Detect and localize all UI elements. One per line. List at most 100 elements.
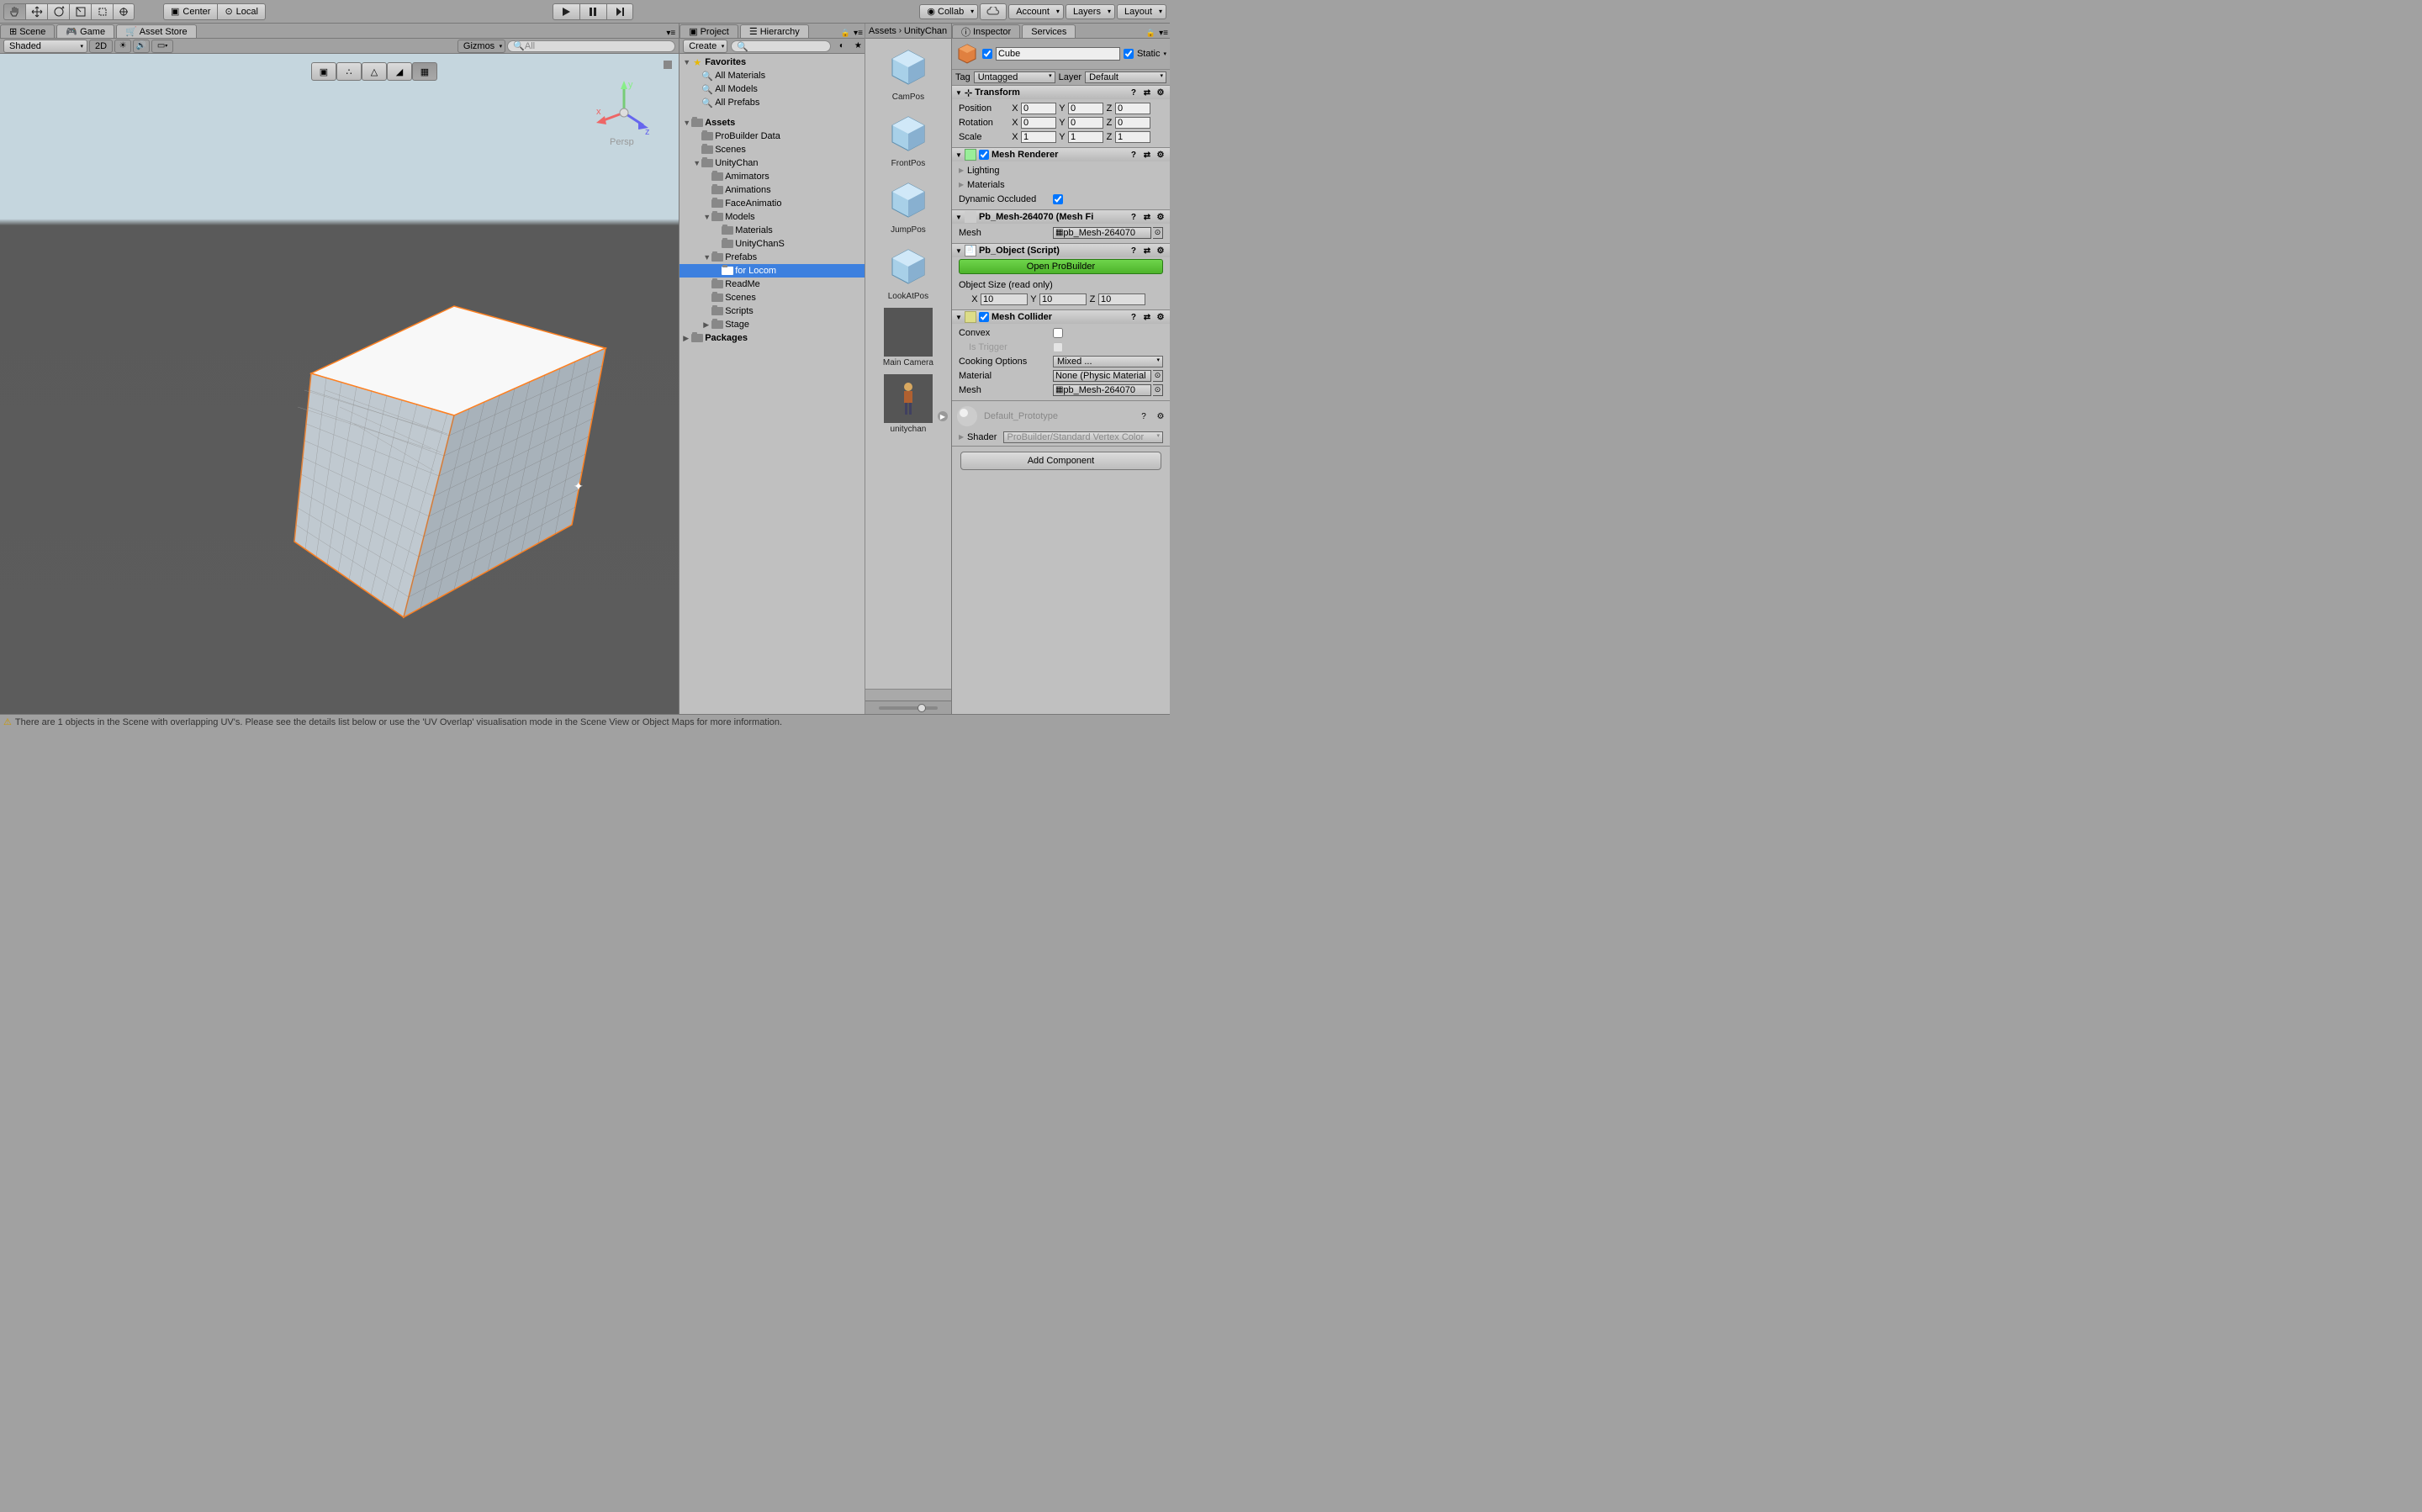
scene-search[interactable]: 🔍All xyxy=(507,40,675,52)
tab-hierarchy[interactable]: ☰Hierarchy xyxy=(740,24,809,38)
help-icon[interactable]: ? xyxy=(1128,149,1140,161)
asset-maincamera[interactable]: Main Camera xyxy=(869,308,948,367)
asset-frontpos[interactable]: FrontPos xyxy=(869,108,948,168)
help-icon[interactable]: ? xyxy=(1128,311,1140,323)
move-tool[interactable] xyxy=(25,3,47,20)
collab-button[interactable]: ◉ Collab xyxy=(919,4,978,19)
mesh-collider-enabled[interactable] xyxy=(979,312,989,322)
tree-all-prefabs[interactable]: 🔍All Prefabs xyxy=(680,96,865,109)
project-search[interactable]: 🔍 xyxy=(731,40,831,52)
cloud-button[interactable] xyxy=(980,3,1007,20)
tab-inspector[interactable]: ⓘInspector xyxy=(952,24,1020,38)
pivot-center-button[interactable]: ▣Center xyxy=(163,3,217,20)
preset-icon[interactable]: ⇄ xyxy=(1141,211,1153,223)
asset-lookatpos[interactable]: LookAtPos xyxy=(869,241,948,301)
gear-icon[interactable]: ⚙ xyxy=(1155,87,1166,98)
asset-unitychan[interactable]: ▶unitychan xyxy=(869,374,948,434)
tree-unitychan[interactable]: ▼UnityChan xyxy=(680,156,865,170)
tree-scripts[interactable]: Scripts xyxy=(680,304,865,318)
mesh-field[interactable]: ▦ pb_Mesh-264070 xyxy=(1053,227,1151,239)
object-name-input[interactable] xyxy=(996,47,1120,61)
create-dropdown[interactable]: Create▾ xyxy=(683,40,727,53)
transform-header[interactable]: ▼⊹Transform ?⇄⚙ xyxy=(952,86,1170,99)
status-bar[interactable]: ⚠ There are 1 objects in the Scene with … xyxy=(0,714,1170,729)
tab-game[interactable]: 🎮Game xyxy=(56,24,114,38)
panel-lock-icon[interactable]: 🔒 xyxy=(1145,29,1157,38)
gear-icon[interactable]: ⚙ xyxy=(1155,410,1166,422)
2d-toggle[interactable]: 2D xyxy=(89,40,113,53)
scl-y-input[interactable] xyxy=(1068,131,1103,143)
tree-probuilder-data[interactable]: ProBuilder Data xyxy=(680,130,865,143)
gear-icon[interactable]: ⚙ xyxy=(1155,311,1166,323)
col-mesh-selector[interactable]: ⊙ xyxy=(1153,384,1163,396)
tree-materials[interactable]: Materials xyxy=(680,224,865,237)
mesh-renderer-enabled[interactable] xyxy=(979,150,989,160)
gizmos-dropdown[interactable]: Gizmos▾ xyxy=(457,40,505,53)
search-filter-icon[interactable]: ◐ xyxy=(834,40,846,53)
rect-tool[interactable] xyxy=(91,3,113,20)
tab-project[interactable]: ▣Project xyxy=(680,24,738,38)
layout-button[interactable]: Layout xyxy=(1117,4,1166,19)
dynamic-occluded-checkbox[interactable] xyxy=(1053,194,1063,204)
scl-x-input[interactable] xyxy=(1021,131,1056,143)
play-button[interactable] xyxy=(553,3,579,20)
tree-amimators[interactable]: Amimators xyxy=(680,170,865,183)
tree-prefabs[interactable]: ▼Prefabs xyxy=(680,251,865,264)
col-material-selector[interactable]: ⊙ xyxy=(1153,370,1163,382)
convex-checkbox[interactable] xyxy=(1053,328,1063,338)
scene-gizmo[interactable]: y x z Persp xyxy=(595,79,653,146)
pb-face-mode[interactable]: ◢ xyxy=(387,62,412,81)
rot-x-input[interactable] xyxy=(1021,117,1056,129)
pb-object-header[interactable]: ▼📄Pb_Object (Script) ?⇄⚙ xyxy=(952,244,1170,257)
panel-menu-icon[interactable]: ▾≡ xyxy=(852,29,865,38)
pb-vertex-mode[interactable]: ∴ xyxy=(336,62,362,81)
rot-z-input[interactable] xyxy=(1115,117,1150,129)
tree-readme[interactable]: ReadMe xyxy=(680,278,865,291)
help-icon[interactable]: ? xyxy=(1138,410,1150,422)
tab-scene[interactable]: ⊞Scene xyxy=(0,24,55,38)
tree-assets[interactable]: ▼Assets xyxy=(680,116,865,130)
open-probuilder-button[interactable]: Open ProBuilder xyxy=(959,259,1163,274)
favorites-filter-icon[interactable]: ★ xyxy=(849,40,861,53)
rot-y-input[interactable] xyxy=(1068,117,1103,129)
tree-models[interactable]: ▼Models xyxy=(680,210,865,224)
mesh-filter-header[interactable]: ▼Pb_Mesh-264070 (Mesh Fi ?⇄⚙ xyxy=(952,210,1170,224)
rotate-tool[interactable] xyxy=(47,3,69,20)
breadcrumb-assets[interactable]: Assets xyxy=(869,26,896,36)
pos-z-input[interactable] xyxy=(1115,103,1150,114)
tab-menu-icon[interactable]: ▾≡ xyxy=(663,29,679,38)
scl-z-input[interactable] xyxy=(1115,131,1150,143)
lighting-toggle[interactable]: ☀ xyxy=(114,40,131,53)
mesh-selector[interactable]: ⊙ xyxy=(1153,227,1163,239)
add-component-button[interactable]: Add Component xyxy=(960,452,1161,470)
pos-y-input[interactable] xyxy=(1068,103,1103,114)
shaded-dropdown[interactable]: Shaded▾ xyxy=(3,40,87,53)
transform-tool[interactable] xyxy=(113,3,135,20)
static-checkbox[interactable] xyxy=(1124,49,1134,59)
tree-all-materials[interactable]: 🔍All Materials xyxy=(680,69,865,82)
hand-tool[interactable] xyxy=(3,3,25,20)
gear-icon[interactable]: ⚙ xyxy=(1155,149,1166,161)
col-material-field[interactable]: None (Physic Material xyxy=(1053,370,1151,382)
tree-unitychansh[interactable]: UnityChanS xyxy=(680,237,865,251)
pb-texture-mode[interactable]: ▦ xyxy=(412,62,437,81)
tree-for-locom[interactable]: for Locom xyxy=(680,264,865,278)
pb-edge-mode[interactable]: △ xyxy=(362,62,387,81)
gear-icon[interactable]: ⚙ xyxy=(1155,245,1166,256)
tab-asset-store[interactable]: 🛒Asset Store xyxy=(116,24,197,38)
step-button[interactable] xyxy=(606,3,633,20)
tag-dropdown[interactable]: Untagged xyxy=(974,71,1055,83)
preset-icon[interactable]: ⇄ xyxy=(1141,311,1153,323)
shader-dropdown[interactable]: ProBuilder/Standard Vertex Color xyxy=(1003,431,1163,443)
pb-object-mode[interactable]: ▣ xyxy=(311,62,336,81)
help-icon[interactable]: ? xyxy=(1128,87,1140,98)
tree-packages[interactable]: ▶Packages xyxy=(680,331,865,345)
mesh-collider-header[interactable]: ▼Mesh Collider ?⇄⚙ xyxy=(952,310,1170,324)
viewport-collapse-icon[interactable] xyxy=(664,61,672,69)
col-mesh-field[interactable]: ▦ pb_Mesh-264070 xyxy=(1053,384,1151,396)
tree-faceanim[interactable]: FaceAnimatio xyxy=(680,197,865,210)
tree-scenes[interactable]: Scenes xyxy=(680,143,865,156)
preset-icon[interactable]: ⇄ xyxy=(1141,149,1153,161)
asset-size-slider[interactable] xyxy=(865,700,951,714)
audio-toggle[interactable]: 🔊 xyxy=(133,40,150,53)
